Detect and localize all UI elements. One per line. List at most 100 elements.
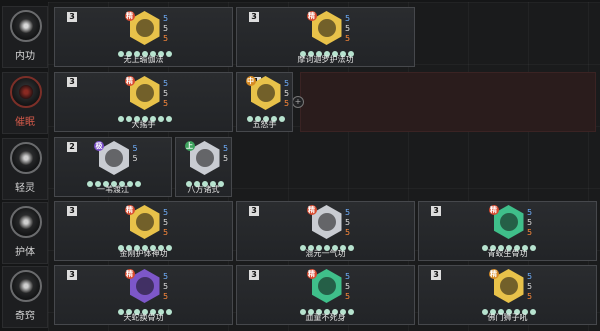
- stat-value: 5: [344, 292, 351, 301]
- level-badge: 3: [431, 270, 441, 280]
- stat-numbers: 555: [161, 14, 171, 44]
- skill-card[interactable]: 3 精 5 5 5 摩诃迦罗护法功: [236, 7, 415, 67]
- rank-tag: 精: [124, 269, 135, 279]
- skill-card[interactable]: 3 精 5 5 5 金刚护体神功: [54, 201, 233, 261]
- stat-numbers: 555: [525, 208, 535, 238]
- stat-value: 5: [526, 228, 533, 237]
- category-qingling[interactable]: 轻灵: [2, 138, 48, 200]
- stat-value: 5: [132, 154, 138, 163]
- huti-icon: [10, 206, 42, 238]
- stat-value: 5: [162, 292, 169, 301]
- level-badge: 3: [249, 206, 259, 216]
- stat-numbers: 555: [343, 14, 353, 44]
- level-badge: 3: [67, 77, 77, 87]
- skill-glyph-icon: [317, 277, 336, 295]
- stat-numbers: 555: [161, 208, 171, 238]
- skill-glyph-icon: [499, 213, 518, 231]
- skill-card[interactable]: 1中555五怒手: [236, 72, 293, 132]
- skill-glyph-icon: [256, 84, 275, 102]
- skill-card[interactable]: 3 精 5 5 5 佛门狮子吼: [418, 265, 597, 325]
- rank-tag: 精: [488, 205, 499, 215]
- stat-numbers: 555: [161, 272, 171, 302]
- rank-tag: 精: [124, 11, 135, 21]
- empty-slot-area: [300, 72, 596, 132]
- level-badge: 3: [431, 206, 441, 216]
- stat-value: 5: [162, 14, 169, 23]
- stat-value: 5: [283, 89, 290, 98]
- stat-value: 5: [283, 79, 290, 88]
- skill-name: 青蛟生骨功: [487, 249, 528, 258]
- rank-tag: 精: [124, 205, 135, 215]
- skill-name: 无上瑜伽法: [123, 55, 164, 64]
- stat-numbers: 555: [343, 208, 353, 238]
- stat-value: 5: [526, 208, 533, 217]
- skill-name: 八方诸式: [187, 185, 220, 194]
- skill-glyph-icon: [135, 19, 154, 37]
- stat-value: 5: [162, 282, 169, 291]
- stat-value: 5: [162, 272, 169, 281]
- skill-card[interactable]: 2 极 5 5 一苇渡江: [54, 137, 172, 197]
- stat-value: 5: [162, 99, 169, 108]
- skill-name: 一苇渡江: [97, 185, 129, 194]
- skill-card[interactable]: 3 精 5 5 5 大搖手: [54, 72, 233, 132]
- level-badge: 3: [249, 12, 259, 22]
- skill-name: 五怒手: [252, 120, 277, 129]
- rank-tag: 中: [245, 76, 256, 86]
- stat-numbers: 55: [130, 144, 140, 164]
- skill-glyph-icon: [195, 149, 214, 167]
- stat-value: 5: [162, 208, 169, 217]
- rank-tag: 精: [306, 11, 317, 21]
- rank-tag: 精: [306, 205, 317, 215]
- neigong-icon: [10, 10, 42, 42]
- stat-value: 5: [222, 144, 229, 153]
- qingling-icon: [10, 142, 42, 174]
- add-slot-icon[interactable]: +: [292, 96, 304, 108]
- stat-value: 5: [162, 34, 169, 43]
- level-badge: 3: [249, 270, 259, 280]
- stat-value: 5: [162, 24, 169, 33]
- stat-value: 5: [526, 282, 533, 291]
- level-badge: 3: [67, 206, 77, 216]
- category-qiqiao[interactable]: 奇窍: [2, 266, 48, 328]
- skill-glyph-icon: [135, 277, 154, 295]
- stat-value: 5: [344, 218, 351, 227]
- skill-card[interactable]: 3 精 5 5 5 青蛟生骨功: [418, 201, 597, 261]
- category-neigong[interactable]: 内功: [2, 6, 48, 68]
- stat-value: 5: [344, 208, 351, 217]
- skill-card[interactable]: 3 精 5 5 5 夭蛇换骨功: [54, 265, 233, 325]
- stat-value: 5: [344, 228, 351, 237]
- category-label: 护体: [15, 247, 35, 258]
- skill-card[interactable]: 上 5 5 八方诸式: [175, 137, 232, 197]
- skill-glyph-icon: [135, 213, 154, 231]
- skill-glyph-icon: [105, 149, 123, 167]
- rank-tag: 精: [488, 269, 499, 279]
- stat-numbers: 555: [161, 79, 171, 109]
- skill-card[interactable]: 3 精 5 5 5 混元一气功: [236, 201, 415, 261]
- stat-value: 5: [344, 14, 351, 23]
- rank-tag: 上: [184, 141, 195, 151]
- level-badge: 3: [67, 12, 77, 22]
- category-huti[interactable]: 护体: [2, 202, 48, 264]
- skill-glyph-icon: [135, 84, 154, 102]
- skill-card[interactable]: 3 精 5 5 5 血童不死身: [236, 265, 415, 325]
- rank-tag: 极: [94, 141, 104, 151]
- skill-glyph-icon: [317, 19, 336, 37]
- rank-tag: 精: [306, 269, 317, 279]
- stat-numbers: 555: [525, 272, 535, 302]
- skill-card[interactable]: 3 精 5 5 5 无上瑜伽法: [54, 7, 233, 67]
- skill-name: 混元一气功: [305, 249, 346, 258]
- stat-value: 5: [526, 218, 533, 227]
- skill-glyph-icon: [499, 277, 518, 295]
- stat-value: 5: [132, 144, 138, 153]
- stat-value: 5: [162, 79, 169, 88]
- stat-value: 5: [526, 292, 533, 301]
- stat-value: 5: [162, 218, 169, 227]
- skill-name: 大搖手: [131, 120, 156, 129]
- stat-value: 5: [162, 228, 169, 237]
- stat-value: 5: [283, 99, 290, 108]
- level-badge: 2: [67, 142, 77, 152]
- cuimian-icon: [10, 76, 42, 108]
- rank-tag: 精: [124, 76, 135, 86]
- category-label: 内功: [15, 51, 35, 62]
- category-cuimian[interactable]: 催眠: [2, 72, 48, 134]
